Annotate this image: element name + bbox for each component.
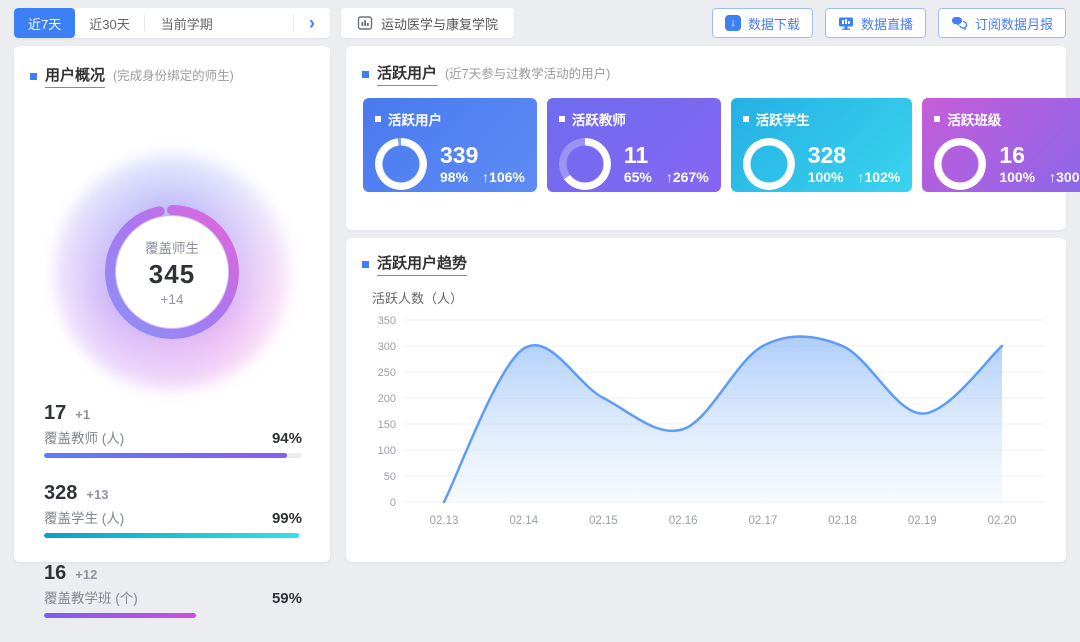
active-users-trend-panel: 活跃用户趋势 活跃人数（人） 05010015020025030035002.1… xyxy=(346,238,1066,562)
donut-value: 345 xyxy=(149,259,195,290)
subscribe-monthly-report-button[interactable]: 订阅数据月报 xyxy=(938,8,1066,38)
panel-title: 用户概况 xyxy=(45,64,105,88)
school-selector[interactable]: 运动医学与康复学院 xyxy=(341,8,514,38)
stat-label: 覆盖教学班 (个) xyxy=(44,587,138,607)
card-title: 活跃班级 xyxy=(947,109,1001,129)
card-percent: 100% xyxy=(808,169,844,185)
svg-text:02.14: 02.14 xyxy=(509,515,538,527)
card-ring xyxy=(743,138,795,190)
stat-percent: 94% xyxy=(272,430,302,447)
active-users-panel: 活跃用户 (近7天参与过教学活动的用户) 活跃用户 339 98% ↑106% 活… xyxy=(346,46,1066,230)
user-overview-panel: 用户概况 (完成身份绑定的师生) 覆盖师生 345 +14 17 +1 xyxy=(14,46,330,562)
progress-bar xyxy=(44,453,302,458)
svg-text:150: 150 xyxy=(378,419,396,431)
panel-header: 活跃用户趋势 xyxy=(346,238,1066,276)
chat-icon xyxy=(951,16,968,30)
panel-title: 活跃用户 xyxy=(377,62,437,86)
svg-text:50: 50 xyxy=(384,471,396,483)
svg-text:02.16: 02.16 xyxy=(669,515,698,527)
school-name: 运动医学与康复学院 xyxy=(381,14,498,33)
card-active-users: 活跃用户 339 98% ↑106% xyxy=(363,98,537,192)
card-growth: ↑300% xyxy=(1049,169,1080,185)
card-growth: ↑102% xyxy=(858,169,901,185)
card-title: 活跃用户 xyxy=(388,109,442,129)
svg-text:02.13: 02.13 xyxy=(430,515,459,527)
download-icon: ↓ xyxy=(725,15,741,31)
card-percent: 65% xyxy=(624,169,652,185)
card-percent: 98% xyxy=(440,169,468,185)
donut-label: 覆盖师生 xyxy=(145,237,199,257)
stat-percent: 99% xyxy=(272,510,302,527)
chart-board-icon xyxy=(357,15,373,31)
stat-value: 328 xyxy=(44,482,77,505)
svg-text:0: 0 xyxy=(390,497,396,509)
panel-header: 活跃用户 (近7天参与过教学活动的用户) xyxy=(346,46,1066,86)
panel-title: 活跃用户趋势 xyxy=(377,252,467,276)
card-value: 11 xyxy=(624,143,709,167)
svg-text:200: 200 xyxy=(378,393,396,405)
card-ring xyxy=(375,138,427,190)
svg-text:350: 350 xyxy=(378,315,396,327)
card-value: 339 xyxy=(440,143,525,167)
monitor-icon xyxy=(838,16,854,31)
trend-chart: 0 50 100 150 200 250 300 350 02.13 02.14 02.15 02.1… xyxy=(360,304,1052,545)
card-value: 16 xyxy=(999,143,1080,167)
donut-center: 覆盖师生 345 +14 xyxy=(116,216,228,328)
card-title: 活跃学生 xyxy=(756,109,810,129)
stat-row-students: 328 +13 覆盖学生 (人) 99% xyxy=(44,482,302,538)
donut-delta: +14 xyxy=(161,292,184,307)
bullet-icon xyxy=(375,116,381,122)
card-growth: ↑106% xyxy=(482,169,525,185)
card-ring xyxy=(559,138,611,190)
bullet-icon xyxy=(362,261,369,268)
stat-label: 覆盖学生 (人) xyxy=(44,507,124,527)
progress-bar xyxy=(44,613,302,618)
bullet-icon xyxy=(934,116,940,122)
card-active-students: 活跃学生 328 100% ↑102% xyxy=(731,98,913,192)
stat-percent: 59% xyxy=(272,590,302,607)
bullet-icon xyxy=(559,116,565,122)
stat-value: 16 xyxy=(44,562,66,585)
svg-text:02.17: 02.17 xyxy=(748,515,777,527)
svg-text:250: 250 xyxy=(378,367,396,379)
tab-current-semester[interactable]: 当前学期 xyxy=(145,8,293,38)
stat-row-teachers: 17 +1 覆盖教师 (人) 94% xyxy=(44,402,302,458)
svg-text:100: 100 xyxy=(378,445,396,457)
card-ring xyxy=(934,138,986,190)
progress-bar xyxy=(44,533,302,538)
card-active-classes: 活跃班级 16 100% ↑300% xyxy=(922,98,1080,192)
action-buttons: ↓ 数据下载 数据直播 订阅数据月报 xyxy=(712,8,1066,38)
svg-text:02.20: 02.20 xyxy=(988,515,1017,527)
tab-last-7-days[interactable]: 近7天 xyxy=(14,8,75,38)
stat-delta: +13 xyxy=(86,487,108,502)
stat-value: 17 xyxy=(44,402,66,425)
panel-header: 用户概况 (完成身份绑定的师生) xyxy=(14,46,330,88)
svg-text:02.15: 02.15 xyxy=(589,515,618,527)
stat-label: 覆盖教师 (人) xyxy=(44,427,124,447)
data-live-button[interactable]: 数据直播 xyxy=(825,8,926,38)
stat-delta: +1 xyxy=(75,407,90,422)
svg-text:02.18: 02.18 xyxy=(828,515,857,527)
data-download-button[interactable]: ↓ 数据下载 xyxy=(712,8,813,38)
svg-text:300: 300 xyxy=(378,341,396,353)
card-percent: 100% xyxy=(999,169,1035,185)
bullet-icon xyxy=(30,73,37,80)
coverage-stats: 17 +1 覆盖教师 (人) 94% 328 +13 覆盖学生 (人) 99% … xyxy=(44,402,302,642)
bullet-icon xyxy=(362,71,369,78)
active-user-cards: 活跃用户 339 98% ↑106% 活跃教师 11 65% ↑267% 活跃学生 xyxy=(363,98,1049,192)
stat-row-classes: 16 +12 覆盖教学班 (个) 59% xyxy=(44,562,302,618)
date-range-tab-group: 近7天 近30天 当前学期 › xyxy=(14,8,330,38)
stat-delta: +12 xyxy=(75,567,97,582)
card-growth: ↑267% xyxy=(666,169,709,185)
panel-subtitle: (近7天参与过教学活动的用户) xyxy=(445,63,610,82)
card-title: 活跃教师 xyxy=(572,109,626,129)
tab-last-30-days[interactable]: 近30天 xyxy=(75,8,143,38)
card-value: 328 xyxy=(808,143,901,167)
coverage-donut: 覆盖师生 345 +14 xyxy=(54,154,290,390)
card-active-teachers: 活跃教师 11 65% ↑267% xyxy=(547,98,721,192)
bullet-icon xyxy=(743,116,749,122)
panel-subtitle: (完成身份绑定的师生) xyxy=(113,65,234,84)
chevron-right-icon[interactable]: › xyxy=(294,8,330,38)
svg-text:02.19: 02.19 xyxy=(908,515,937,527)
